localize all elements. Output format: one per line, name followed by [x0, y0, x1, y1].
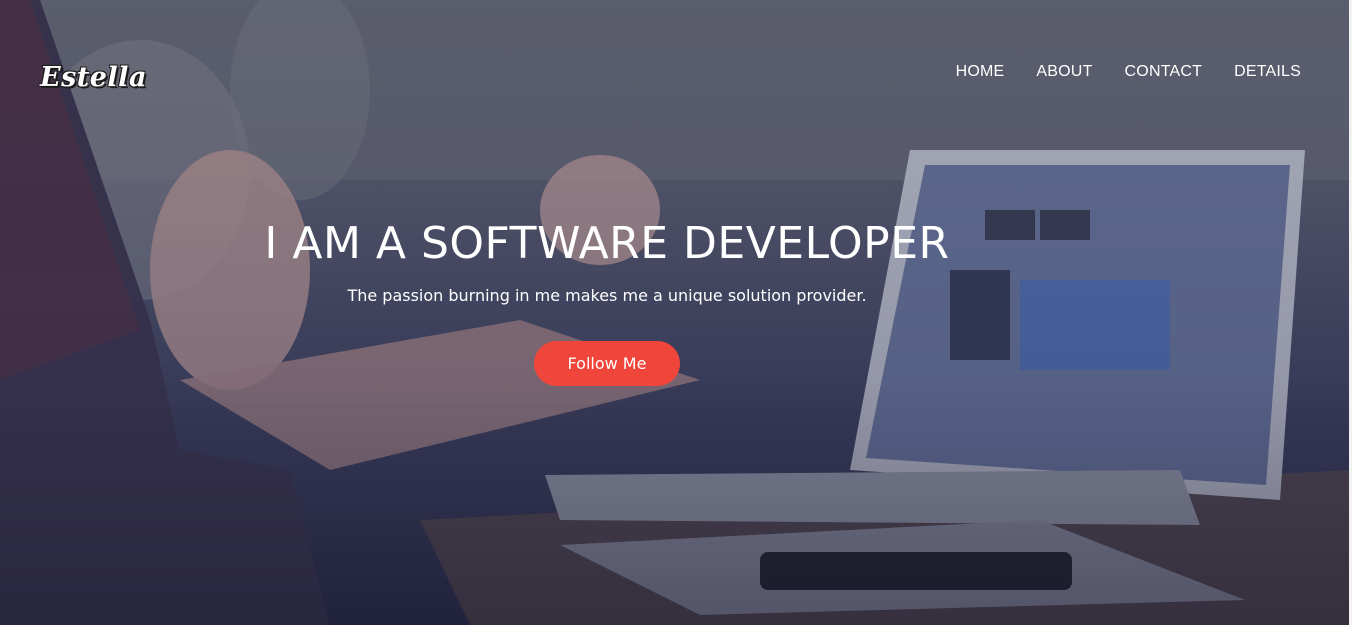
brand-logo[interactable]: Estella — [40, 62, 147, 93]
hero-subtitle: The passion burning in me makes me a uni… — [347, 286, 867, 305]
main-nav: HOME ABOUT CONTACT DETAILS — [956, 63, 1301, 81]
follow-me-button[interactable]: Follow Me — [534, 341, 680, 386]
nav-item-home[interactable]: HOME — [956, 63, 1005, 81]
hero-dark-overlay — [0, 0, 1352, 625]
hero-title: I AM A SOFTWARE DEVELOPER — [264, 218, 950, 269]
nav-item-about[interactable]: ABOUT — [1036, 63, 1092, 81]
hero-background-photo — [0, 0, 1352, 625]
hero-section: Estella HOME ABOUT CONTACT DETAILS I AM … — [0, 0, 1352, 625]
nav-item-details[interactable]: DETAILS — [1234, 63, 1301, 81]
nav-item-contact[interactable]: CONTACT — [1125, 63, 1203, 81]
